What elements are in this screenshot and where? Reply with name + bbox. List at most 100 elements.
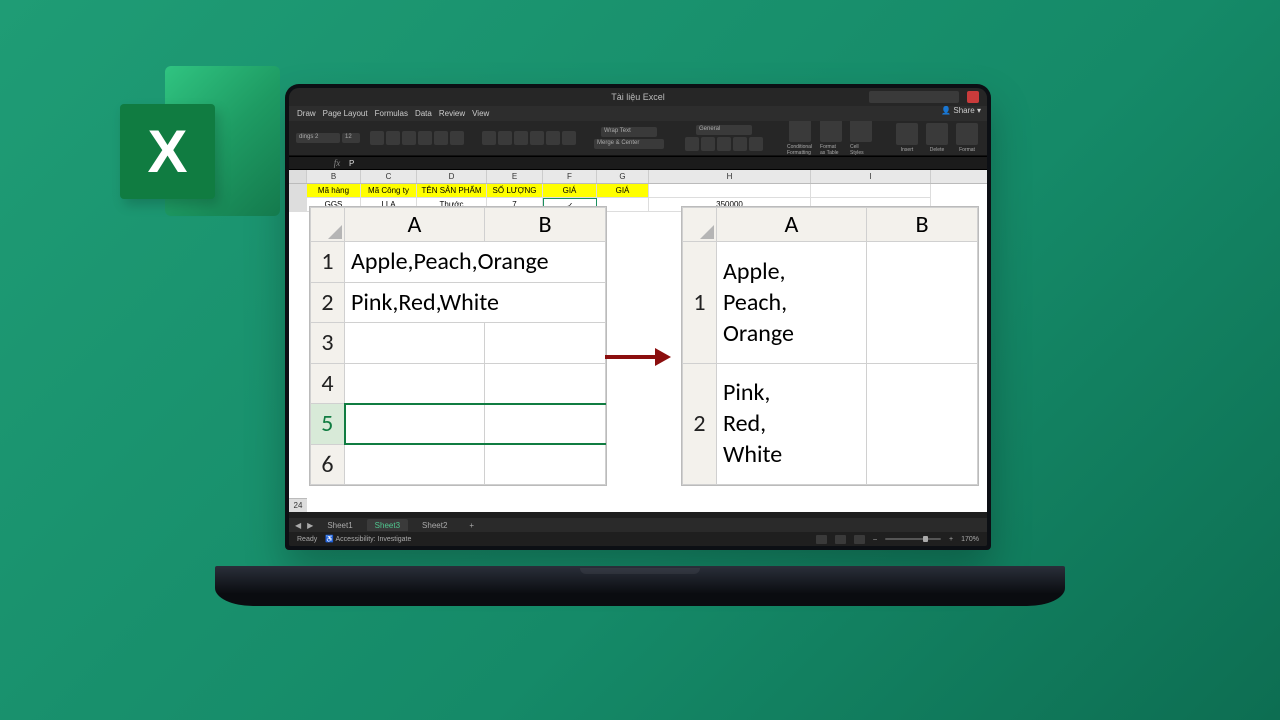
add-sheet-button[interactable]: + xyxy=(461,519,482,531)
italic-button[interactable] xyxy=(386,131,400,145)
col-header-b[interactable]: B xyxy=(307,170,361,183)
dec-decimal-button[interactable] xyxy=(749,137,763,151)
share-button[interactable]: 👤 Share ▾ xyxy=(941,106,981,115)
delete-button[interactable] xyxy=(926,123,948,145)
tab-review[interactable]: Review xyxy=(439,109,465,118)
col-header-e[interactable]: E xyxy=(487,170,543,183)
fx-label: fx xyxy=(329,158,345,168)
title-bar: Tài liệu Excel xyxy=(289,88,987,106)
tab-draw[interactable]: Draw xyxy=(297,109,316,118)
zoom-level[interactable]: 170% xyxy=(961,536,979,543)
number-format-select[interactable]: General xyxy=(696,125,752,135)
format-as-table-button[interactable] xyxy=(820,121,842,142)
col-header-c[interactable]: C xyxy=(361,170,417,183)
merge-center-button[interactable]: Merge & Center xyxy=(594,139,664,149)
currency-button[interactable] xyxy=(685,137,699,151)
row-header-24[interactable]: 24 xyxy=(289,498,307,512)
border-button[interactable] xyxy=(418,131,432,145)
row-header[interactable]: 2 xyxy=(683,363,717,484)
row-header-selected[interactable]: 5 xyxy=(311,404,345,445)
format-button[interactable] xyxy=(956,123,978,145)
ribbon: dings 2 12 xyxy=(289,121,987,156)
formula-input[interactable]: P xyxy=(345,159,987,168)
col-header-b[interactable]: B xyxy=(485,208,606,242)
col-header-b[interactable]: B xyxy=(867,208,978,242)
excel-logo-letter: X xyxy=(120,104,215,199)
tab-view[interactable]: View xyxy=(472,109,489,118)
zoom-out-button[interactable]: – xyxy=(873,536,877,543)
cell[interactable]: TÊN SẢN PHẨM xyxy=(417,184,487,198)
align-middle-button[interactable] xyxy=(498,131,512,145)
nav-next-icon[interactable]: ▶ xyxy=(307,521,313,530)
accessibility-status[interactable]: ♿ Accessibility: Investigate xyxy=(325,535,411,543)
font-size-select[interactable]: 12 xyxy=(342,133,360,143)
font-color-button[interactable] xyxy=(450,131,464,145)
align-left-button[interactable] xyxy=(530,131,544,145)
sheet-tab-active[interactable]: Sheet3 xyxy=(367,519,408,531)
row-header[interactable]: 4 xyxy=(311,363,345,404)
row-header[interactable]: 6 xyxy=(311,444,345,485)
align-right-button[interactable] xyxy=(562,131,576,145)
sheet-tab[interactable]: Sheet1 xyxy=(319,519,360,531)
cell[interactable]: Mã hàng xyxy=(307,184,361,198)
row-header[interactable]: 2 xyxy=(311,282,345,323)
nav-prev-icon[interactable]: ◀ xyxy=(295,521,301,530)
underline-button[interactable] xyxy=(402,131,416,145)
formula-bar: fx P xyxy=(289,156,987,170)
select-all-corner[interactable] xyxy=(311,208,345,242)
col-header-d[interactable]: D xyxy=(417,170,487,183)
cell[interactable] xyxy=(811,184,931,198)
example-table-after: A B 1 Apple,Peach,Orange 2 Pink,Red,Whit… xyxy=(681,206,979,486)
fill-color-button[interactable] xyxy=(434,131,448,145)
sheet-tab-bar: ◀ ▶ Sheet1 Sheet3 Sheet2 + xyxy=(289,518,987,532)
cell-styles-button[interactable] xyxy=(850,121,872,142)
row-header[interactable]: 1 xyxy=(683,242,717,363)
status-ready: Ready xyxy=(297,536,317,543)
bold-button[interactable] xyxy=(370,131,384,145)
wrap-text-button[interactable]: Wrap Text xyxy=(601,127,657,137)
zoom-in-button[interactable]: + xyxy=(949,536,953,543)
worksheet[interactable]: B C D E F G H I Mã hàng Mã Công ty TÊN S… xyxy=(289,170,987,512)
col-header-i[interactable]: I xyxy=(811,170,931,183)
tab-formulas[interactable]: Formulas xyxy=(375,109,408,118)
cell-a1[interactable]: Apple,Peach,Orange xyxy=(345,242,606,283)
col-header-g[interactable]: G xyxy=(597,170,649,183)
insert-button[interactable] xyxy=(896,123,918,145)
ribbon-tabs: Draw Page Layout Formulas Data Review Vi… xyxy=(289,106,987,121)
select-all-corner[interactable] xyxy=(683,208,717,242)
cell[interactable]: GIÁ xyxy=(597,184,649,198)
view-break-button[interactable] xyxy=(854,535,865,544)
align-bottom-button[interactable] xyxy=(514,131,528,145)
zoom-slider[interactable] xyxy=(885,538,941,540)
cell[interactable]: Mã Công ty xyxy=(361,184,417,198)
cell-a1[interactable]: Apple,Peach,Orange xyxy=(717,242,867,363)
cond-format-button[interactable] xyxy=(789,121,811,142)
view-page-button[interactable] xyxy=(835,535,846,544)
col-header-a[interactable]: A xyxy=(345,208,485,242)
col-header-h[interactable]: H xyxy=(649,170,811,183)
col-header-a[interactable]: A xyxy=(717,208,867,242)
col-header-f[interactable]: F xyxy=(543,170,597,183)
row-header[interactable]: 1 xyxy=(311,242,345,283)
cell-a2[interactable]: Pink,Red,White xyxy=(345,282,606,323)
cell-a2[interactable]: Pink,Red,White xyxy=(717,363,867,484)
search-input[interactable] xyxy=(869,91,959,103)
inc-decimal-button[interactable] xyxy=(733,137,747,151)
percent-button[interactable] xyxy=(701,137,715,151)
select-all-corner[interactable] xyxy=(289,170,307,183)
tab-data[interactable]: Data xyxy=(415,109,432,118)
row-header[interactable]: 3 xyxy=(311,323,345,364)
cell[interactable]: SỐ LƯỢNG xyxy=(487,184,543,198)
excel-window: Tài liệu Excel Draw Page Layout Formulas… xyxy=(289,88,987,546)
font-name-select[interactable]: dings 2 xyxy=(296,133,340,143)
view-normal-button[interactable] xyxy=(816,535,827,544)
align-center-button[interactable] xyxy=(546,131,560,145)
user-avatar[interactable] xyxy=(967,91,979,103)
tab-page-layout[interactable]: Page Layout xyxy=(323,109,368,118)
align-top-button[interactable] xyxy=(482,131,496,145)
cell[interactable]: GIÁ xyxy=(543,184,597,198)
sheet-tab[interactable]: Sheet2 xyxy=(414,519,455,531)
arrow-icon xyxy=(605,348,671,366)
comma-button[interactable] xyxy=(717,137,731,151)
cell[interactable] xyxy=(649,184,811,198)
